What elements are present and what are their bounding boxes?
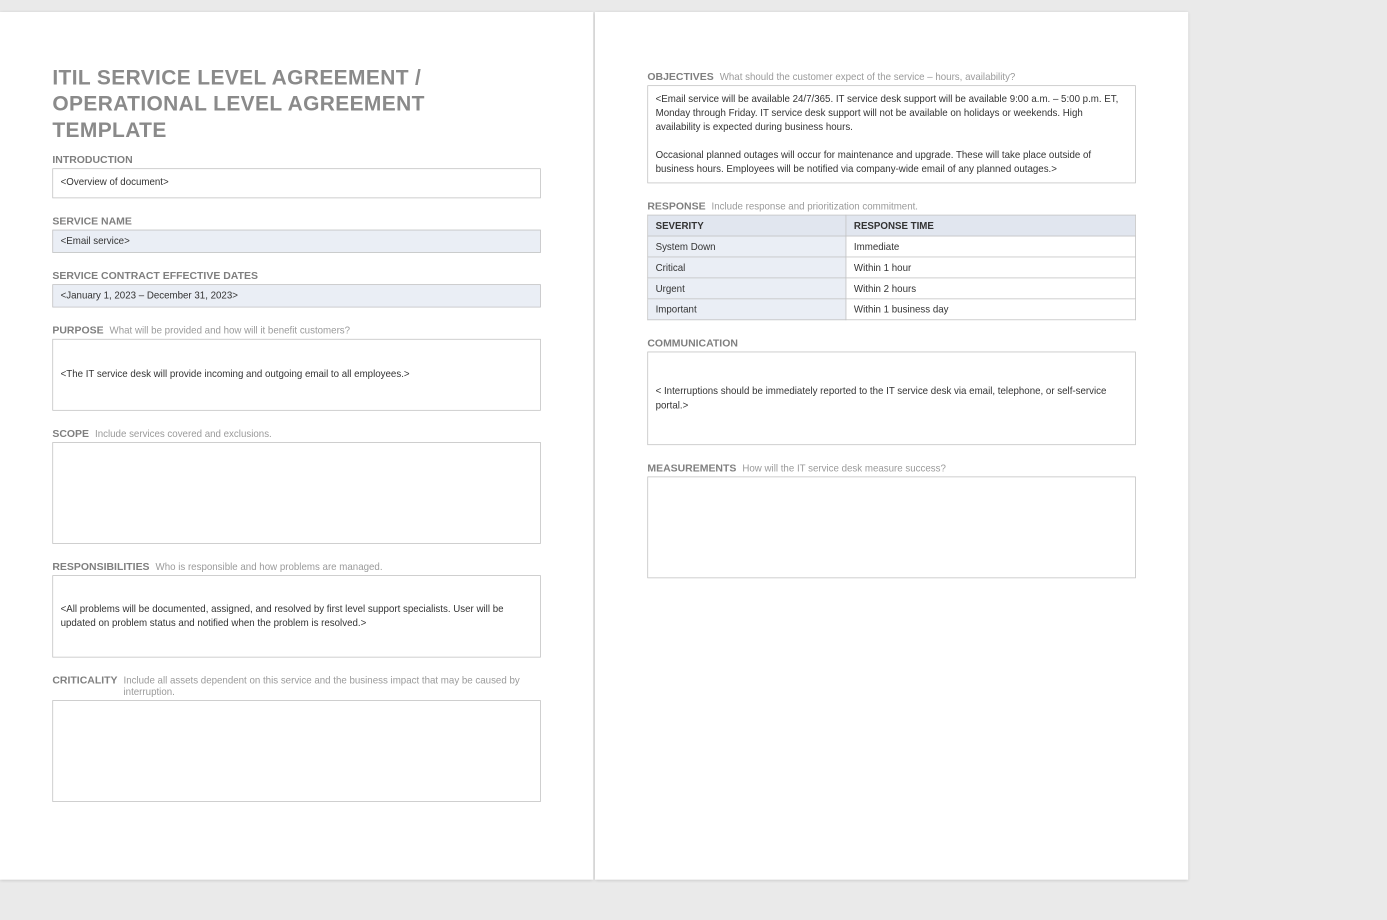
col-response-time: RESPONSE TIME [846, 215, 1135, 236]
document-title: ITIL SERVICE LEVEL AGREEMENT / OPERATION… [52, 64, 540, 143]
heading-response: RESPONSE Include response and prioritiza… [647, 200, 1135, 212]
heading-dates: SERVICE CONTRACT EFFECTIVE DATES [52, 269, 540, 281]
heading-measurements: MEASUREMENTS How will the IT service des… [647, 462, 1135, 474]
response-table: SEVERITY RESPONSE TIME System Down Immed… [647, 215, 1135, 320]
col-severity: SEVERITY [647, 215, 845, 236]
field-introduction[interactable]: <Overview of document> [52, 168, 540, 198]
table-row: Important Within 1 business day [647, 299, 1134, 320]
field-objectives[interactable]: <Email service will be available 24/7/36… [647, 85, 1135, 183]
field-service-name[interactable]: <Email service> [52, 230, 540, 253]
field-communication[interactable]: < Interruptions should be immediately re… [647, 352, 1135, 446]
workspace: ITIL SERVICE LEVEL AGREEMENT / OPERATION… [0, 12, 1387, 880]
table-row: Urgent Within 2 hours [647, 278, 1134, 299]
heading-scope: SCOPE Include services covered and exclu… [52, 427, 540, 439]
heading-criticality: CRITICALITY Include all assets dependent… [52, 674, 540, 697]
heading-purpose: PURPOSE What will be provided and how wi… [52, 324, 540, 336]
field-purpose[interactable]: <The IT service desk will provide incomi… [52, 339, 540, 411]
field-criticality[interactable] [52, 700, 540, 802]
field-dates[interactable]: <January 1, 2023 – December 31, 2023> [52, 284, 540, 307]
heading-introduction: INTRODUCTION [52, 153, 540, 165]
field-responsibilities[interactable]: <All problems will be documented, assign… [52, 575, 540, 657]
field-scope[interactable] [52, 442, 540, 544]
table-row: Critical Within 1 hour [647, 257, 1134, 278]
heading-service-name: SERVICE NAME [52, 215, 540, 227]
heading-objectives: OBJECTIVES What should the customer expe… [647, 70, 1135, 82]
table-row: System Down Immediate [647, 236, 1134, 257]
page-2: OBJECTIVES What should the customer expe… [595, 12, 1188, 880]
page-1: ITIL SERVICE LEVEL AGREEMENT / OPERATION… [0, 12, 593, 880]
field-measurements[interactable] [647, 477, 1135, 579]
heading-responsibilities: RESPONSIBILITIES Who is responsible and … [52, 560, 540, 572]
heading-communication: COMMUNICATION [647, 337, 1135, 349]
